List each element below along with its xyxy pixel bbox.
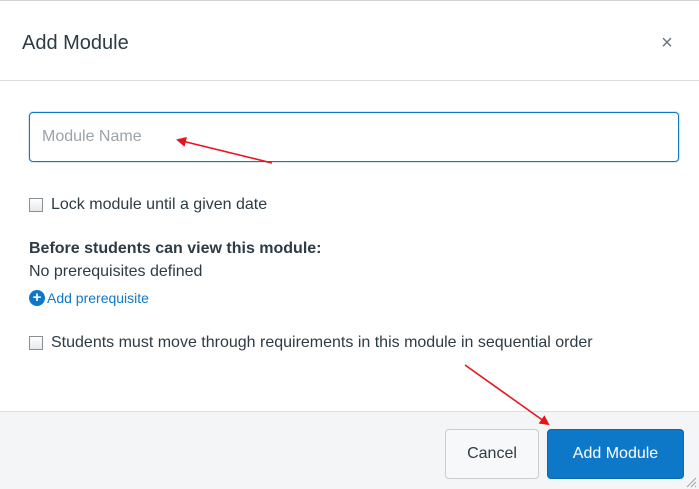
add-prerequisite-label: Add prerequisite <box>47 290 149 306</box>
module-name-input[interactable] <box>29 112 679 162</box>
cancel-button[interactable]: Cancel <box>445 429 539 479</box>
add-module-dialog: Add Module × Lock module until a given d… <box>0 0 699 489</box>
plus-circle-icon: + <box>29 290 45 306</box>
lock-module-option[interactable]: Lock module until a given date <box>29 196 267 214</box>
prerequisites-heading: Before students can view this module: <box>29 240 322 257</box>
lock-module-label: Lock module until a given date <box>51 196 268 213</box>
sequential-order-option[interactable]: Students must move through requirements … <box>29 334 593 352</box>
resize-grip-icon[interactable] <box>683 474 697 488</box>
prerequisites-status: No prerequisites defined <box>29 263 203 280</box>
sequential-order-checkbox[interactable] <box>29 336 43 350</box>
close-icon[interactable]: × <box>657 33 677 53</box>
dialog-header: Add Module × <box>0 1 699 81</box>
add-module-button[interactable]: Add Module <box>547 429 684 479</box>
lock-module-checkbox[interactable] <box>29 198 43 212</box>
dialog-title: Add Module <box>22 32 129 54</box>
dialog-footer: Cancel Add Module <box>0 411 699 489</box>
sequential-order-label: Students must move through requirements … <box>51 334 593 351</box>
dialog-body: Lock module until a given date Before st… <box>0 81 699 411</box>
add-prerequisite-link[interactable]: + Add prerequisite <box>29 290 149 306</box>
